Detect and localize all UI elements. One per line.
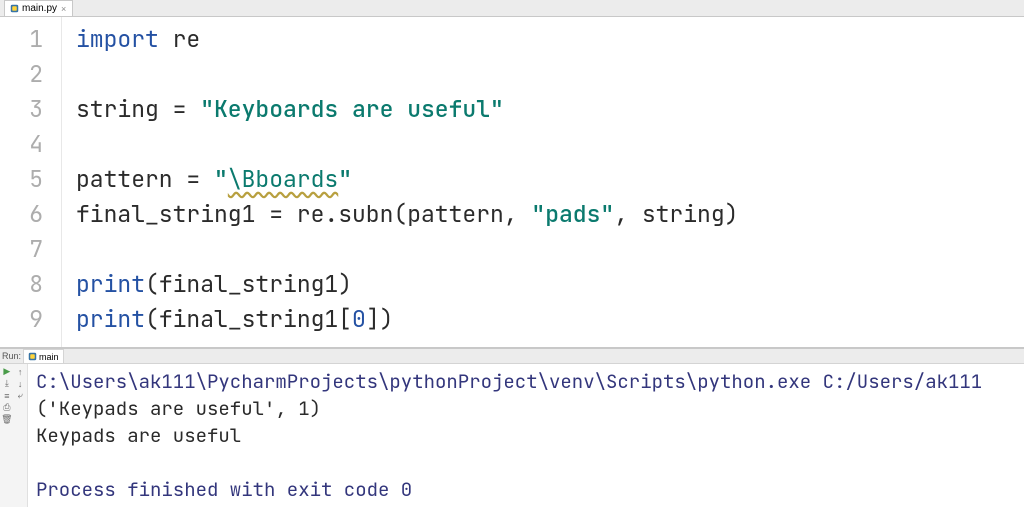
- code-line: final_string1 = re.subn(pattern, "pads",…: [76, 197, 1024, 232]
- python-file-icon: [28, 352, 37, 361]
- down-arrow-icon[interactable]: ↓: [15, 378, 26, 389]
- blank-icon: [15, 414, 26, 425]
- keyword: import: [76, 24, 159, 54]
- string-quote: ": [338, 164, 352, 194]
- play-icon[interactable]: ▶: [1, 366, 12, 377]
- line-number: 4: [0, 127, 43, 162]
- string-literal: "pads": [531, 199, 614, 229]
- print-icon[interactable]: ⎙: [1, 402, 12, 413]
- code-text: ]): [366, 304, 394, 334]
- code-line: print(final_string1): [76, 267, 1024, 302]
- code-line: pattern = "\Bboards": [76, 162, 1024, 197]
- number: 0: [352, 304, 366, 334]
- code-line: import re: [76, 22, 1024, 57]
- trash-icon[interactable]: 🗑: [1, 414, 12, 425]
- code-text: string =: [76, 94, 200, 124]
- code-text: , string): [614, 199, 738, 229]
- editor-tab-label: main.py: [22, 3, 57, 14]
- line-number: 9: [0, 302, 43, 337]
- string-quote: ": [214, 164, 228, 194]
- code-text: final_string1 = re.subn(pattern,: [76, 199, 531, 229]
- python-file-icon: [10, 4, 19, 13]
- line-number: 3: [0, 92, 43, 127]
- code-line: [76, 127, 1024, 162]
- code-text: (final_string1): [145, 269, 352, 299]
- code-text: pattern =: [76, 164, 214, 194]
- run-config-name: main: [39, 352, 59, 362]
- line-number: 1: [0, 22, 43, 57]
- run-panel-header: Run: main: [0, 349, 1024, 364]
- editor-body: 1 2 3 4 5 6 7 8 9 import re string = "Ke…: [0, 17, 1024, 347]
- console-exit: Process finished with exit code 0: [36, 477, 412, 502]
- run-label: Run:: [2, 351, 21, 361]
- module-name: re: [159, 24, 200, 54]
- line-number: 7: [0, 232, 43, 267]
- editor-tab-main-py[interactable]: main.py ×: [4, 0, 73, 16]
- code-line: [76, 57, 1024, 92]
- console-output[interactable]: C:\Users\ak111\PycharmProjects\pythonPro…: [28, 364, 1024, 507]
- code-line: [76, 232, 1024, 267]
- builtin: print: [76, 269, 145, 299]
- code-line: print(final_string1[0]): [76, 302, 1024, 337]
- code-text: (final_string1[: [145, 304, 352, 334]
- code-area[interactable]: import re string = "Keyboards are useful…: [62, 17, 1024, 347]
- blank-icon: [15, 402, 26, 413]
- string-literal: "Keyboards are useful": [200, 94, 504, 124]
- console-path: C:\Users\ak111\PycharmProjects\pythonPro…: [36, 369, 982, 394]
- line-number: 2: [0, 57, 43, 92]
- ide-container: main.py × 1 2 3 4 5 6 7 8 9 import re st…: [0, 0, 1024, 507]
- up-arrow-icon[interactable]: ↑: [15, 366, 26, 377]
- line-number: 8: [0, 267, 43, 302]
- console-line: ('Keypads are useful', 1): [36, 396, 321, 421]
- builtin: print: [76, 304, 145, 334]
- run-body: ▶ ↑ ⤓ ↓ ≡ ⤶ ⎙ 🗑: [0, 364, 1024, 507]
- down-step-icon[interactable]: ⤓: [1, 378, 12, 389]
- layout-icon[interactable]: ≡: [1, 390, 12, 401]
- console-line: Keypads are useful: [36, 423, 241, 448]
- run-config-tab[interactable]: main: [23, 349, 64, 363]
- close-icon[interactable]: ×: [60, 4, 67, 14]
- line-number-gutter: 1 2 3 4 5 6 7 8 9: [0, 17, 62, 347]
- run-panel: Run: main ▶ ↑ ⤓ ↓ ≡ ⤶: [0, 347, 1024, 507]
- string-escape-warning: \Bboards: [228, 164, 338, 194]
- line-number: 5: [0, 162, 43, 197]
- editor-tab-bar: main.py ×: [0, 0, 1024, 17]
- line-number: 6: [0, 197, 43, 232]
- wrap-icon[interactable]: ⤶: [15, 390, 26, 401]
- run-toolbar: ▶ ↑ ⤓ ↓ ≡ ⤶ ⎙ 🗑: [0, 364, 28, 507]
- code-line: string = "Keyboards are useful": [76, 92, 1024, 127]
